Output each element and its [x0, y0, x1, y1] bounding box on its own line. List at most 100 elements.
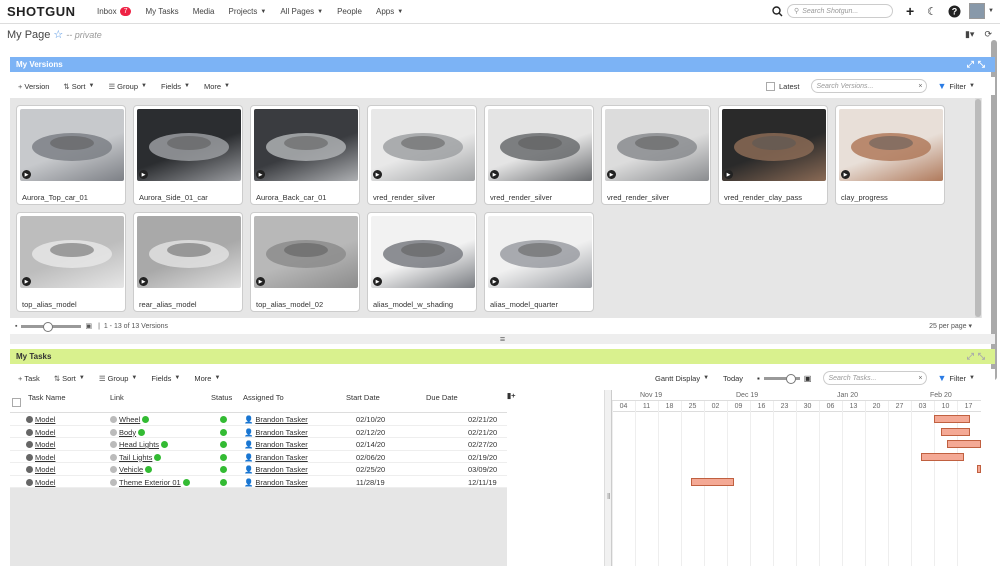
version-thumbnail[interactable]: ▶ — [488, 216, 592, 288]
entity-link[interactable]: Theme Exterior 01 — [119, 478, 181, 487]
version-card[interactable]: ▶ alias_model_quarter — [484, 212, 594, 312]
due-date-cell[interactable]: 02/19/20 — [468, 453, 497, 462]
gantt-zoom-slider[interactable] — [763, 373, 800, 384]
today-button[interactable]: Today — [723, 374, 743, 383]
version-card[interactable]: ▶ clay_progress — [835, 105, 945, 205]
version-thumbnail[interactable]: ▶ — [20, 216, 124, 288]
gantt-splitter[interactable]: ‖ — [604, 390, 611, 566]
thumbnail-size-slider[interactable] — [21, 321, 82, 332]
version-thumbnail[interactable]: ▶ — [488, 109, 592, 181]
assigned-cell[interactable]: 👤 Brandon Tasker — [244, 428, 308, 437]
version-card[interactable]: ▶ vred_render_silver — [601, 105, 711, 205]
status-cell[interactable] — [220, 415, 227, 424]
group-button[interactable]: ☰ Group ▼ — [99, 374, 138, 383]
task-cell[interactable]: Model — [26, 428, 55, 437]
col-start-date[interactable]: Start Date — [346, 393, 380, 402]
task-link[interactable]: Model — [35, 440, 55, 449]
task-link[interactable]: Model — [35, 415, 55, 424]
table-row[interactable]: Model Body 👤 Brandon Tasker 02/12/20 02/21/20 — [10, 425, 507, 438]
search-icon[interactable] — [771, 4, 783, 18]
version-thumbnail[interactable]: ▶ — [371, 109, 475, 181]
play-icon[interactable]: ▶ — [256, 277, 265, 286]
entity-link[interactable]: Vehicle — [119, 465, 143, 474]
assignee-link[interactable]: Brandon Tasker — [255, 428, 307, 437]
start-date-cell[interactable]: 02/12/20 — [356, 428, 385, 437]
table-row[interactable]: Model Tail Lights 👤 Brandon Tasker 02/06/20 0… — [10, 450, 507, 463]
clear-icon[interactable]: × — [918, 83, 922, 90]
start-date-cell[interactable]: 02/25/20 — [356, 465, 385, 474]
play-icon[interactable]: ▶ — [373, 170, 382, 179]
due-date-cell[interactable]: 02/27/20 — [468, 440, 497, 449]
entity-link[interactable]: Wheel — [119, 415, 140, 424]
version-card[interactable]: ▶ vred_render_silver — [484, 105, 594, 205]
select-all-checkbox[interactable] — [12, 398, 21, 407]
gantt-bar[interactable] — [934, 415, 971, 423]
nav-projects[interactable]: Projects ▼ — [228, 7, 266, 16]
assigned-cell[interactable]: 👤 Brandon Tasker — [244, 415, 308, 424]
add-version-button[interactable]: + Version — [18, 82, 49, 91]
play-icon[interactable]: ▶ — [607, 170, 616, 179]
entity-link[interactable]: Head Lights — [119, 440, 159, 449]
task-cell[interactable]: Model — [26, 478, 55, 487]
version-card[interactable]: ▶ Aurora_Side_01_car — [133, 105, 243, 205]
link-cell[interactable]: Body — [110, 428, 146, 437]
due-date-cell[interactable]: 03/09/20 — [468, 465, 497, 474]
assigned-cell[interactable]: 👤 Brandon Tasker — [244, 478, 308, 487]
assignee-link[interactable]: Brandon Tasker — [255, 453, 307, 462]
gantt-bar[interactable] — [977, 465, 981, 473]
assigned-cell[interactable]: 👤 Brandon Tasker — [244, 465, 308, 474]
version-title[interactable]: Aurora_Side_01_car — [139, 193, 208, 202]
version-thumbnail[interactable]: ▶ — [605, 109, 709, 181]
assigned-cell[interactable]: 👤 Brandon Tasker — [244, 440, 308, 449]
add-task-button[interactable]: + Task — [18, 374, 40, 383]
play-icon[interactable]: ▶ — [139, 170, 148, 179]
task-link[interactable]: Model — [35, 453, 55, 462]
nav-all-pages[interactable]: All Pages ▼ — [280, 7, 323, 16]
play-icon[interactable]: ▶ — [22, 170, 31, 179]
version-title[interactable]: Aurora_Back_car_01 — [256, 193, 326, 202]
versions-search-input[interactable]: Search Versions... × — [811, 79, 928, 93]
gantt-display-button[interactable]: Gantt Display ▼ — [655, 374, 709, 383]
global-search-input[interactable]: ⚲ Search Shotgun... — [787, 4, 894, 18]
version-card[interactable]: ▶ rear_alias_model — [133, 212, 243, 312]
version-card[interactable]: ▶ vred_render_silver — [367, 105, 477, 205]
table-row[interactable]: Model Vehicle 👤 Brandon Tasker 02/25/20 03/09… — [10, 463, 507, 476]
version-title[interactable]: vred_render_clay_pass — [724, 193, 802, 202]
table-row[interactable]: Model Head Lights 👤 Brandon Tasker 02/14/20 0… — [10, 438, 507, 451]
widget-expand-icon[interactable]: ⤢⤡ — [967, 351, 989, 362]
nav-people[interactable]: People — [337, 7, 362, 16]
version-title[interactable]: vred_render_silver — [607, 193, 669, 202]
entity-link[interactable]: Tail Lights — [119, 453, 152, 462]
version-thumbnail[interactable]: ▶ — [254, 109, 358, 181]
version-title[interactable]: Aurora_Top_car_01 — [22, 193, 88, 202]
gantt-bar[interactable] — [940, 427, 971, 436]
chevron-down-icon[interactable]: ▼ — [988, 8, 994, 14]
latest-checkbox[interactable] — [766, 81, 776, 91]
version-card[interactable]: ▶ Aurora_Back_car_01 — [250, 105, 360, 205]
start-date-cell[interactable]: 11/28/19 — [356, 478, 385, 487]
task-cell[interactable]: Model — [26, 465, 55, 474]
grid-large-icon[interactable]: ▣ — [804, 374, 812, 383]
filter-button[interactable]: ▼ Filter ▼ — [937, 373, 975, 383]
widget-expand-icon[interactable]: ⤢⤡ — [967, 59, 989, 70]
fields-button[interactable]: Fields ▼ — [151, 374, 180, 383]
start-date-cell[interactable]: 02/06/20 — [356, 453, 385, 462]
version-thumbnail[interactable]: ▶ — [722, 109, 826, 181]
link-cell[interactable]: Vehicle — [110, 465, 153, 474]
shotgun-logo[interactable]: SHOTGUN — [7, 4, 97, 19]
help-icon[interactable]: ? — [947, 4, 961, 18]
version-thumbnail[interactable]: ▶ — [254, 216, 358, 288]
assignee-link[interactable]: Brandon Tasker — [255, 478, 307, 487]
col-assigned-to[interactable]: Assigned To — [243, 393, 284, 402]
due-date-cell[interactable]: 12/11/19 — [468, 478, 497, 487]
task-link[interactable]: Model — [35, 428, 55, 437]
version-thumbnail[interactable]: ▶ — [839, 109, 943, 181]
version-thumbnail[interactable]: ▶ — [137, 216, 241, 288]
col-due-date[interactable]: Due Date — [426, 393, 458, 402]
more-button[interactable]: More ▼ — [194, 374, 220, 383]
version-title[interactable]: alias_model_quarter — [490, 300, 558, 309]
assigned-cell[interactable]: 👤 Brandon Tasker — [244, 453, 308, 462]
play-icon[interactable]: ▶ — [22, 277, 31, 286]
status-cell[interactable] — [220, 453, 227, 462]
gantt-bar[interactable] — [920, 452, 964, 461]
